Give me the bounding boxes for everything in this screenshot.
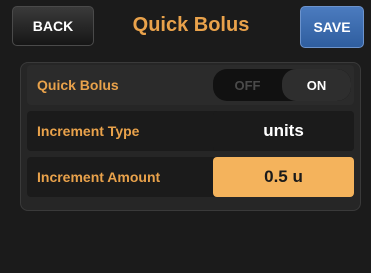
save-button[interactable]: SAVE bbox=[300, 6, 364, 48]
increment-amount-row[interactable]: Increment Amount 0.5 u bbox=[27, 157, 354, 197]
increment-type-label: Increment Type bbox=[37, 123, 140, 139]
toggle-on-option[interactable]: ON bbox=[282, 69, 351, 101]
settings-panel: Quick Bolus OFF ON Increment Type units … bbox=[20, 62, 361, 211]
header-bar: BACK Quick Bolus SAVE bbox=[10, 4, 364, 50]
app-screen: BACK Quick Bolus SAVE Quick Bolus OFF ON… bbox=[0, 0, 371, 273]
quick-bolus-toggle[interactable]: OFF ON bbox=[213, 69, 351, 101]
increment-amount-label: Increment Amount bbox=[37, 169, 161, 185]
toggle-off-option[interactable]: OFF bbox=[213, 69, 282, 101]
increment-amount-value[interactable]: 0.5 u bbox=[213, 157, 354, 197]
back-button[interactable]: BACK bbox=[12, 6, 94, 46]
quick-bolus-row: Quick Bolus OFF ON bbox=[27, 65, 354, 105]
page-title: Quick Bolus bbox=[132, 14, 250, 36]
quick-bolus-label: Quick Bolus bbox=[37, 77, 119, 93]
increment-type-value[interactable]: units bbox=[213, 111, 354, 151]
increment-type-row[interactable]: Increment Type units bbox=[27, 111, 354, 151]
